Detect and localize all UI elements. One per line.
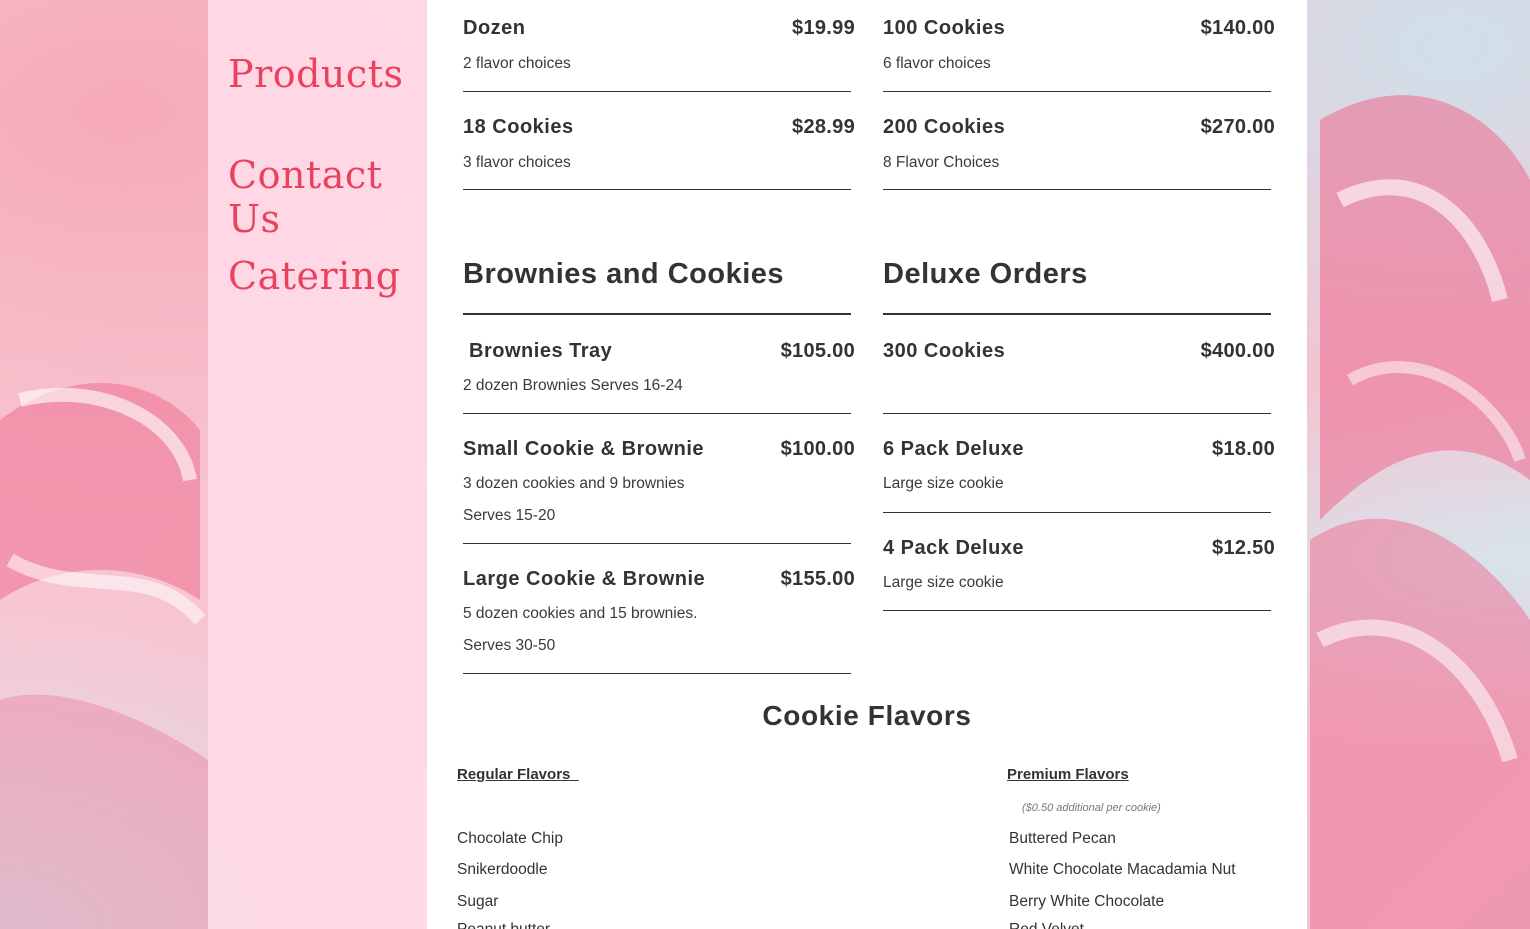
item-price: $28.99 (792, 116, 855, 138)
item-description: 6 flavor choices (883, 55, 991, 72)
item-name: 100 Cookies (883, 17, 1006, 39)
item-description: Large size cookie (883, 475, 1004, 492)
item-name: 200 Cookies (883, 116, 1006, 138)
item-description: Serves 30-50 (463, 637, 556, 654)
item-name: 18 Cookies (463, 116, 574, 138)
flavor-item: Chocolate Chip (457, 830, 563, 847)
flavor-item: Peanut butter (457, 921, 550, 929)
section-title-rule (463, 313, 851, 315)
catering-content: Dozen $19.99 2 flavor choices 18 Cookies… (427, 0, 1307, 929)
premium-flavors-note: ($0.50 additional per cookie) (1022, 802, 1161, 814)
left-column: Dozen $19.99 2 flavor choices 18 Cookies… (463, 0, 855, 700)
item-price: $270.00 (1200, 116, 1275, 138)
nav-link-products[interactable]: Products (228, 52, 403, 96)
divider (883, 512, 1271, 513)
flavor-item: Red Velvet (1009, 921, 1084, 929)
item-description: Serves 15-20 (463, 507, 556, 524)
item-description: Large size cookie (883, 574, 1004, 591)
divider (463, 673, 851, 674)
item-name: Large Cookie & Brownie (463, 568, 706, 590)
item-price: $12.50 (1212, 537, 1275, 559)
divider (883, 91, 1271, 92)
item-price: $105.00 (780, 340, 855, 362)
divider (883, 610, 1271, 611)
section-title-brownies-and-cookies: Brownies and Cookies (463, 258, 785, 290)
item-description: 3 dozen cookies and 9 brownies (463, 475, 685, 492)
flavor-item: White Chocolate Macadamia Nut (1009, 861, 1236, 878)
flavor-item: Berry White Chocolate (1009, 893, 1165, 910)
divider (463, 189, 851, 190)
right-column: 100 Cookies $140.00 6 flavor choices 200… (883, 0, 1275, 700)
item-price: $100.00 (780, 438, 855, 460)
item-name: Brownies Tray (463, 340, 613, 362)
divider (463, 91, 851, 92)
divider (463, 413, 851, 414)
item-price: $19.99 (792, 17, 855, 39)
flavor-item: Snikerdoodle (457, 861, 548, 878)
premium-flavors-title: Premium Flavors (1007, 766, 1129, 783)
regular-flavors-title: Regular Flavors (457, 766, 579, 783)
item-price: $155.00 (780, 568, 855, 590)
item-description: 8 Flavor Choices (883, 154, 1000, 171)
nav-link-catering[interactable]: Catering (228, 254, 401, 298)
item-description: 3 flavor choices (463, 154, 571, 171)
nav-link-contact-us[interactable]: Contact Us (228, 153, 427, 241)
item-description: 5 dozen cookies and 15 brownies. (463, 605, 698, 622)
flavor-item: Sugar (457, 893, 499, 910)
item-name: Small Cookie & Brownie (463, 438, 705, 460)
divider (883, 413, 1271, 414)
flavor-item: Buttered Pecan (1009, 830, 1116, 847)
section-title-deluxe-orders: Deluxe Orders (883, 258, 1088, 290)
item-price: $140.00 (1200, 17, 1275, 39)
item-name: Dozen (463, 17, 526, 39)
item-description: 2 flavor choices (463, 55, 571, 72)
section-title-rule (883, 313, 1271, 315)
item-name: 6 Pack Deluxe (883, 438, 1025, 460)
cookie-flavors-heading: Cookie Flavors (762, 700, 972, 731)
divider (883, 189, 1271, 190)
divider (463, 543, 851, 544)
item-price: $400.00 (1200, 340, 1275, 362)
sidebar-nav: Products Contact Us Catering (208, 0, 427, 929)
item-name: 4 Pack Deluxe (883, 537, 1025, 559)
item-description: 2 dozen Brownies Serves 16-24 (463, 377, 683, 394)
item-name: 300 Cookies (883, 340, 1006, 362)
item-price: $18.00 (1212, 438, 1275, 460)
